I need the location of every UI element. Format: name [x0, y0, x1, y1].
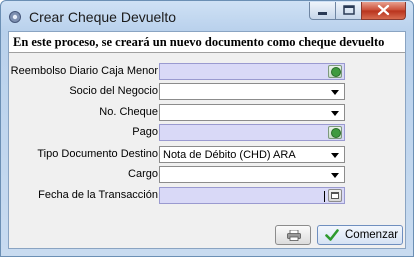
reembolso-field[interactable]	[159, 63, 345, 80]
text-cursor	[324, 191, 325, 202]
title-bar[interactable]: Crear Cheque Devuelto	[1, 1, 413, 31]
field-label-pago: Pago	[132, 126, 158, 138]
gear-icon	[9, 11, 21, 23]
close-button[interactable]	[361, 2, 406, 20]
chevron-down-icon	[331, 90, 339, 95]
field-label-fecha: Fecha de la Transacción	[38, 189, 158, 201]
date-picker-button[interactable]	[328, 189, 342, 202]
maximize-button[interactable]	[335, 2, 362, 20]
field-label-tipo-documento: Tipo Documento Destino	[37, 148, 158, 160]
dialog-window: Crear Cheque Devuelto En este proceso, s…	[0, 0, 414, 257]
cargo-select[interactable]	[159, 166, 345, 183]
row-tipo-documento: Tipo Documento Destino Nota de Débito (C…	[9, 146, 405, 164]
close-icon	[377, 4, 390, 16]
dialog-content: En este proceso, se creará un nuevo docu…	[8, 31, 406, 249]
row-cargo: Cargo	[9, 166, 405, 184]
fecha-field[interactable]	[159, 187, 345, 204]
row-cheque: No. Cheque	[9, 104, 405, 122]
chevron-down-icon	[331, 111, 339, 116]
maximize-icon	[343, 5, 355, 15]
comenzar-label: Comenzar	[345, 229, 399, 241]
refresh-icon	[331, 67, 341, 77]
row-pago: Pago	[9, 124, 405, 142]
minimize-button[interactable]	[309, 2, 336, 20]
field-label-cheque: No. Cheque	[99, 106, 158, 118]
tipo-documento-value: Nota de Débito (CHD) ARA	[163, 149, 296, 161]
refresh-icon	[331, 128, 341, 138]
cheque-select[interactable]	[159, 104, 345, 121]
minimize-icon	[318, 12, 327, 15]
checkmark-icon	[325, 229, 339, 241]
pago-lookup-button[interactable]	[328, 126, 342, 139]
field-label-socio: Socio del Negocio	[69, 85, 158, 97]
row-reembolso: Reembolso Diario Caja Menor	[9, 63, 405, 81]
window-title: Crear Cheque Devuelto	[29, 9, 177, 25]
chevron-down-icon	[331, 153, 339, 158]
field-label-cargo: Cargo	[128, 168, 158, 180]
printer-icon	[287, 230, 301, 241]
field-label-reembolso: Reembolso Diario Caja Menor	[10, 65, 158, 77]
tipo-documento-select[interactable]: Nota de Débito (CHD) ARA	[159, 146, 345, 163]
reembolso-lookup-button[interactable]	[328, 65, 342, 78]
chevron-down-icon	[331, 173, 339, 178]
row-fecha: Fecha de la Transacción	[9, 187, 405, 205]
pago-field[interactable]	[159, 124, 345, 141]
print-button[interactable]	[275, 225, 311, 245]
comenzar-button[interactable]: Comenzar	[317, 225, 403, 245]
calendar-icon	[331, 192, 339, 199]
row-socio: Socio del Negocio	[9, 83, 405, 101]
info-banner: En este proceso, se creará un nuevo docu…	[9, 32, 405, 53]
socio-select[interactable]	[159, 83, 345, 100]
banner-text: En este proceso, se creará un nuevo docu…	[13, 35, 385, 49]
